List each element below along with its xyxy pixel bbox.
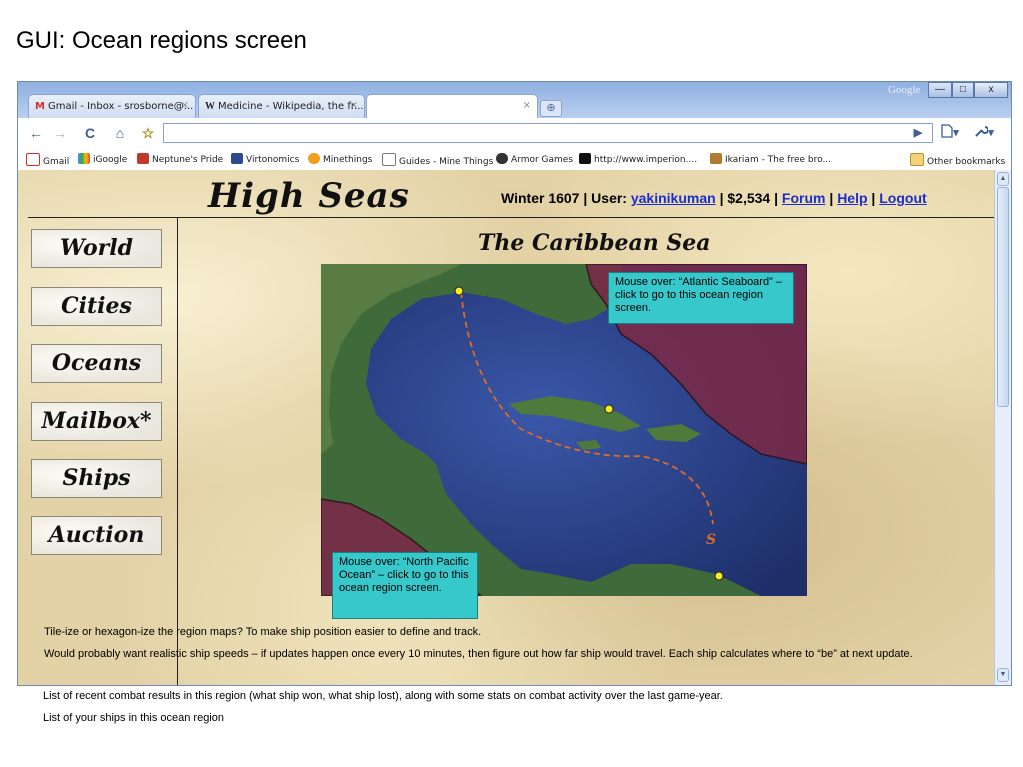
- slide-title: GUI: Ocean regions screen: [16, 27, 307, 54]
- user-label: User:: [591, 190, 627, 206]
- reload-button[interactable]: C: [80, 124, 100, 142]
- browser-window: M Gmail - Inbox - srosborne@... × W Medi…: [17, 81, 1012, 686]
- forward-button[interactable]: →: [50, 124, 70, 142]
- back-button[interactable]: ←: [26, 124, 46, 142]
- tab-active[interactable]: ×: [366, 94, 538, 118]
- new-tab-button[interactable]: ⊕: [540, 100, 562, 117]
- maximize-button[interactable]: □: [952, 82, 974, 98]
- callout-atlantic-seaboard: Mouse over: “Atlantic Seaboard” – click …: [608, 272, 794, 324]
- wrench-icon: [975, 126, 990, 137]
- tab-gmail[interactable]: M Gmail - Inbox - srosborne@... ×: [28, 94, 196, 118]
- nav-ships-button[interactable]: Ships: [31, 459, 162, 498]
- bookmarks-bar: Gmail iGoogle Neptune's Pride Virtonomic…: [18, 148, 1011, 171]
- folder-icon: [910, 153, 924, 166]
- vertical-scrollbar[interactable]: ▲ ▼: [994, 170, 1011, 685]
- gmail-icon: [26, 153, 40, 166]
- bookmark-guides-mine-things[interactable]: Guides - Mine Things: [382, 153, 493, 167]
- tools-menu-button[interactable]: ▾: [970, 124, 998, 142]
- nav-cities-button[interactable]: Cities: [31, 287, 162, 326]
- nav-auction-button[interactable]: Auction: [31, 516, 162, 555]
- virtonomics-icon: [231, 153, 243, 164]
- other-bookmarks[interactable]: Other bookmarks: [910, 153, 1005, 167]
- port-marker[interactable]: [714, 571, 724, 581]
- header-divider: [28, 217, 994, 218]
- note-line-3: List of recent combat results in this re…: [43, 690, 723, 702]
- season-text: Winter 1607: [501, 190, 580, 206]
- bookmark-igoogle[interactable]: iGoogle: [78, 153, 127, 165]
- port-marker[interactable]: [454, 286, 464, 296]
- tab-label: Medicine - Wikipedia, the fr...: [218, 101, 364, 112]
- scroll-up-arrow[interactable]: ▲: [997, 172, 1009, 186]
- nav-oceans-button[interactable]: Oceans: [31, 344, 162, 383]
- note-line-2: Would probably want realistic ship speed…: [44, 648, 913, 660]
- region-title: The Caribbean Sea: [478, 230, 711, 256]
- bookmark-ikariam[interactable]: Ikariam - The free bro...: [710, 153, 831, 165]
- note-line-1: Tile-ize or hexagon-ize the region maps?…: [44, 626, 482, 638]
- scrollbar-thumb[interactable]: [997, 187, 1009, 407]
- close-tab-icon[interactable]: ×: [523, 100, 531, 111]
- scroll-down-arrow[interactable]: ▼: [997, 668, 1009, 682]
- nav-mailbox-button[interactable]: Mailbox*: [31, 402, 162, 441]
- close-tab-icon[interactable]: ×: [350, 100, 358, 111]
- page-icon: [941, 124, 953, 138]
- minethings-icon: [308, 153, 320, 164]
- bookmark-minethings[interactable]: Minethings: [308, 153, 372, 165]
- tab-wikipedia[interactable]: W Medicine - Wikipedia, the fr... ×: [198, 94, 365, 118]
- money-text: $2,534: [727, 190, 771, 206]
- bookmark-star-icon[interactable]: ☆: [138, 124, 158, 142]
- wikipedia-icon: W: [205, 101, 215, 112]
- bookmark-imperion[interactable]: http://www.imperion....: [579, 153, 697, 165]
- forum-link[interactable]: Forum: [782, 190, 826, 206]
- igoogle-icon: [78, 153, 90, 164]
- home-button[interactable]: ⌂: [110, 124, 130, 142]
- nav-world-button[interactable]: World: [31, 229, 162, 268]
- page-icon: [382, 153, 396, 166]
- bookmark-gmail[interactable]: Gmail: [26, 153, 69, 167]
- neptunes-pride-icon: [137, 153, 149, 164]
- sidebar-divider: [177, 218, 178, 685]
- bookmark-neptunes-pride[interactable]: Neptune's Pride: [137, 153, 223, 165]
- status-bar: Winter 1607 | User: yakinikuman | $2,534…: [501, 190, 927, 206]
- gmail-icon: M: [35, 101, 45, 112]
- ikariam-icon: [710, 153, 722, 164]
- address-bar[interactable]: [163, 123, 933, 143]
- ship-marker[interactable]: S: [706, 532, 716, 548]
- port-marker[interactable]: [604, 404, 614, 414]
- go-button[interactable]: ▶: [908, 124, 928, 142]
- help-link[interactable]: Help: [837, 190, 867, 206]
- username-link[interactable]: yakinikuman: [631, 190, 716, 206]
- armor-games-icon: [496, 153, 508, 164]
- close-window-button[interactable]: x: [974, 82, 1008, 98]
- logout-link[interactable]: Logout: [879, 190, 926, 206]
- page-menu-button[interactable]: ▾: [936, 124, 964, 142]
- note-line-4: List of your ships in this ocean region: [43, 712, 224, 724]
- bookmark-virtonomics[interactable]: Virtonomics: [231, 153, 299, 165]
- tab-label: Gmail - Inbox - srosborne@...: [47, 101, 194, 112]
- title-bar: M Gmail - Inbox - srosborne@... × W Medi…: [18, 82, 1011, 118]
- page-viewport: High Seas Winter 1607 | User: yakinikuma…: [18, 170, 994, 685]
- close-tab-icon[interactable]: ×: [181, 100, 189, 111]
- browser-toolbar: ← → C ⌂ ☆ ▶ ▾ ▾: [18, 118, 1011, 149]
- browser-brand: Google: [888, 84, 921, 96]
- callout-north-pacific: Mouse over: “North Pacific Ocean” – clic…: [332, 552, 478, 619]
- imperion-icon: [579, 153, 591, 164]
- minimize-button[interactable]: —: [928, 82, 952, 98]
- bookmark-armor-games[interactable]: Armor Games: [496, 153, 573, 165]
- site-logo: High Seas: [208, 176, 410, 216]
